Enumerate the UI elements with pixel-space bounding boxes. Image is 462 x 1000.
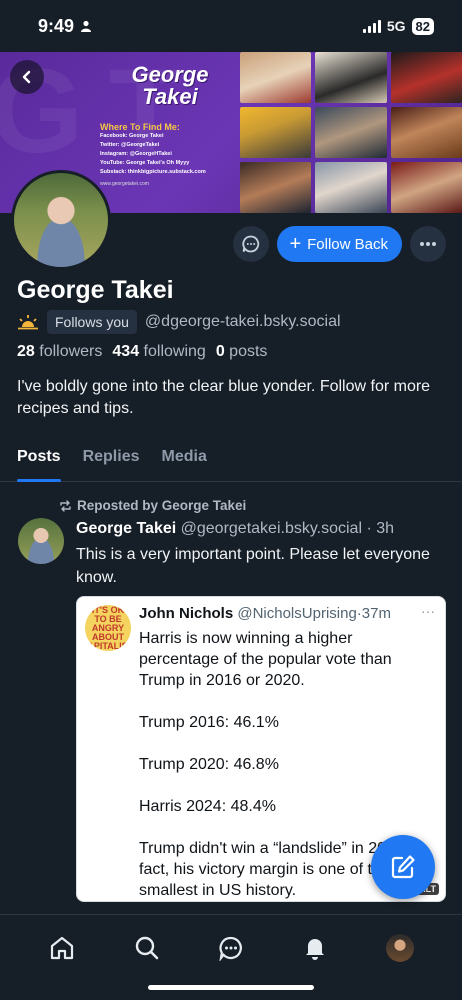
nav-home[interactable] [45,931,79,965]
compose-icon [391,855,415,879]
chat-bubble-icon [219,936,242,961]
banner-photo [390,162,462,213]
follow-back-label: Follow Back [307,235,388,253]
plus-icon: + [289,233,302,255]
tab-media[interactable]: Media [162,440,207,482]
compose-button[interactable] [371,835,435,899]
repost-icon [60,499,71,512]
embed-author-avatar: IT'S OK TO BE ANGRY ABOUT CAPITALISM [85,605,131,651]
banner-photo [240,52,312,103]
nav-search[interactable] [130,931,164,965]
status-time: 9:49 [38,16,92,37]
post-author-handle[interactable]: @georgetakei.bsky.social [181,520,362,537]
banner-line: Instagram: @GeorgeHTakei [100,151,172,157]
handle-row: Follows you @dgeorge-takei.bsky.social [17,310,341,334]
profile-display-name: George Takei [17,276,174,304]
profile-actions: + Follow Back [233,226,446,262]
nav-profile[interactable] [383,931,417,965]
banner-photo-grid [240,52,462,213]
signal-icon [362,19,381,33]
banner-where-title: Where To Find Me: [100,122,180,132]
network-label: 5G [386,18,406,34]
back-button[interactable] [10,60,44,94]
profile-avatar-icon [385,934,414,962]
nav-notifications[interactable] [298,931,332,965]
profile-bio: I've boldly gone into the clear blue yon… [17,378,431,417]
bottom-nav [0,914,462,1000]
tab-posts[interactable]: Posts [17,440,61,482]
tab-replies[interactable]: Replies [83,440,140,482]
banner-photo [315,52,387,103]
post-author-avatar[interactable] [18,518,64,564]
banner-photo [240,162,312,213]
home-indicator [148,985,314,990]
banner-photo [390,107,462,158]
chevron-left-icon [22,70,31,84]
more-options-button[interactable] [410,226,446,262]
post-time[interactable]: 3h [376,520,394,537]
banner-site: www.georgetakei.com [100,181,149,187]
status-bar: 9:49 5G 82 [0,0,462,52]
chat-bubble-icon [242,235,260,253]
embed-time: 37m [361,605,391,622]
bell-icon [306,939,325,960]
embed-header: John Nichols @NicholsUprising·37m [139,605,391,622]
repost-label: Reposted by George Takei [77,498,247,513]
embed-more-icon: ··· [421,603,435,619]
sun-icon [18,315,38,330]
embed-author-name: John Nichols [139,605,234,622]
message-button[interactable] [233,226,270,262]
profile-handle[interactable]: @dgeorge-takei.bsky.social [145,313,341,331]
banner-photo [315,162,387,213]
posts-stat: 0 posts [215,343,268,360]
profile-tabs: Posts Replies Media [0,440,462,482]
banner-line: Facebook: George Takei [100,133,164,139]
post-author-name[interactable]: George Takei [76,520,176,537]
banner-photo [390,52,462,103]
home-icon [51,936,74,960]
post-separator: · [366,520,372,537]
banner-name: George Takei [131,62,209,109]
profile-stats: 28 followers 434 following 0 posts [17,343,267,361]
search-icon [135,936,158,960]
profile-avatar[interactable] [11,170,111,270]
follow-back-button[interactable]: + Follow Back [277,226,402,262]
ellipsis-icon [420,242,436,246]
follows-you-badge: Follows you [47,310,137,334]
following-stat[interactable]: 434 following [112,343,205,361]
banner-photo [315,107,387,158]
embed-author-handle: @NicholsUprising [237,605,357,622]
post-header: George Takei @georgetakei.bsky.social · … [76,520,394,538]
repost-indicator[interactable]: Reposted by George Takei [59,498,246,513]
battery-icon: 82 [411,17,434,35]
banner-photo [240,107,312,158]
post-text: This is a very important point. Please l… [76,546,430,586]
banner-line: Substack: thinkbigpicture.substack.com [100,169,206,175]
banner-text: George Takei Where To Find Me: Facebook:… [100,62,240,188]
followers-stat[interactable]: 28 followers [17,343,102,361]
nav-messages[interactable] [214,931,248,965]
status-indicators: 5G 82 [362,17,434,35]
banner-line: Twitter: @GeorgeTakei [100,142,160,148]
time-text: 9:49 [38,15,75,36]
banner-line: YouTube: George Takei's Oh Myyy [100,160,190,166]
person-icon [81,20,92,32]
